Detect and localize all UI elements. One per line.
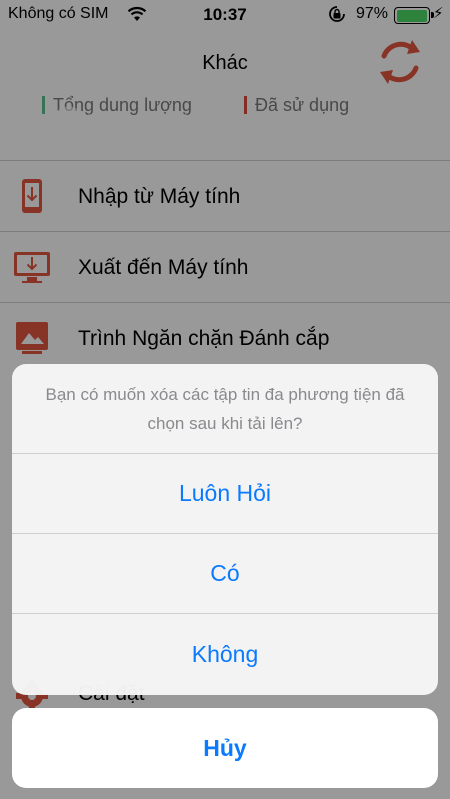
no-button[interactable]: Không xyxy=(12,614,438,695)
always-ask-button[interactable]: Luôn Hỏi xyxy=(12,454,438,534)
action-sheet-message: Bạn có muốn xóa các tập tin đa phương ti… xyxy=(12,364,438,454)
cancel-button[interactable]: Hủy xyxy=(12,708,438,788)
yes-button[interactable]: Có xyxy=(12,534,438,614)
action-sheet: Bạn có muốn xóa các tập tin đa phương ti… xyxy=(12,364,438,695)
